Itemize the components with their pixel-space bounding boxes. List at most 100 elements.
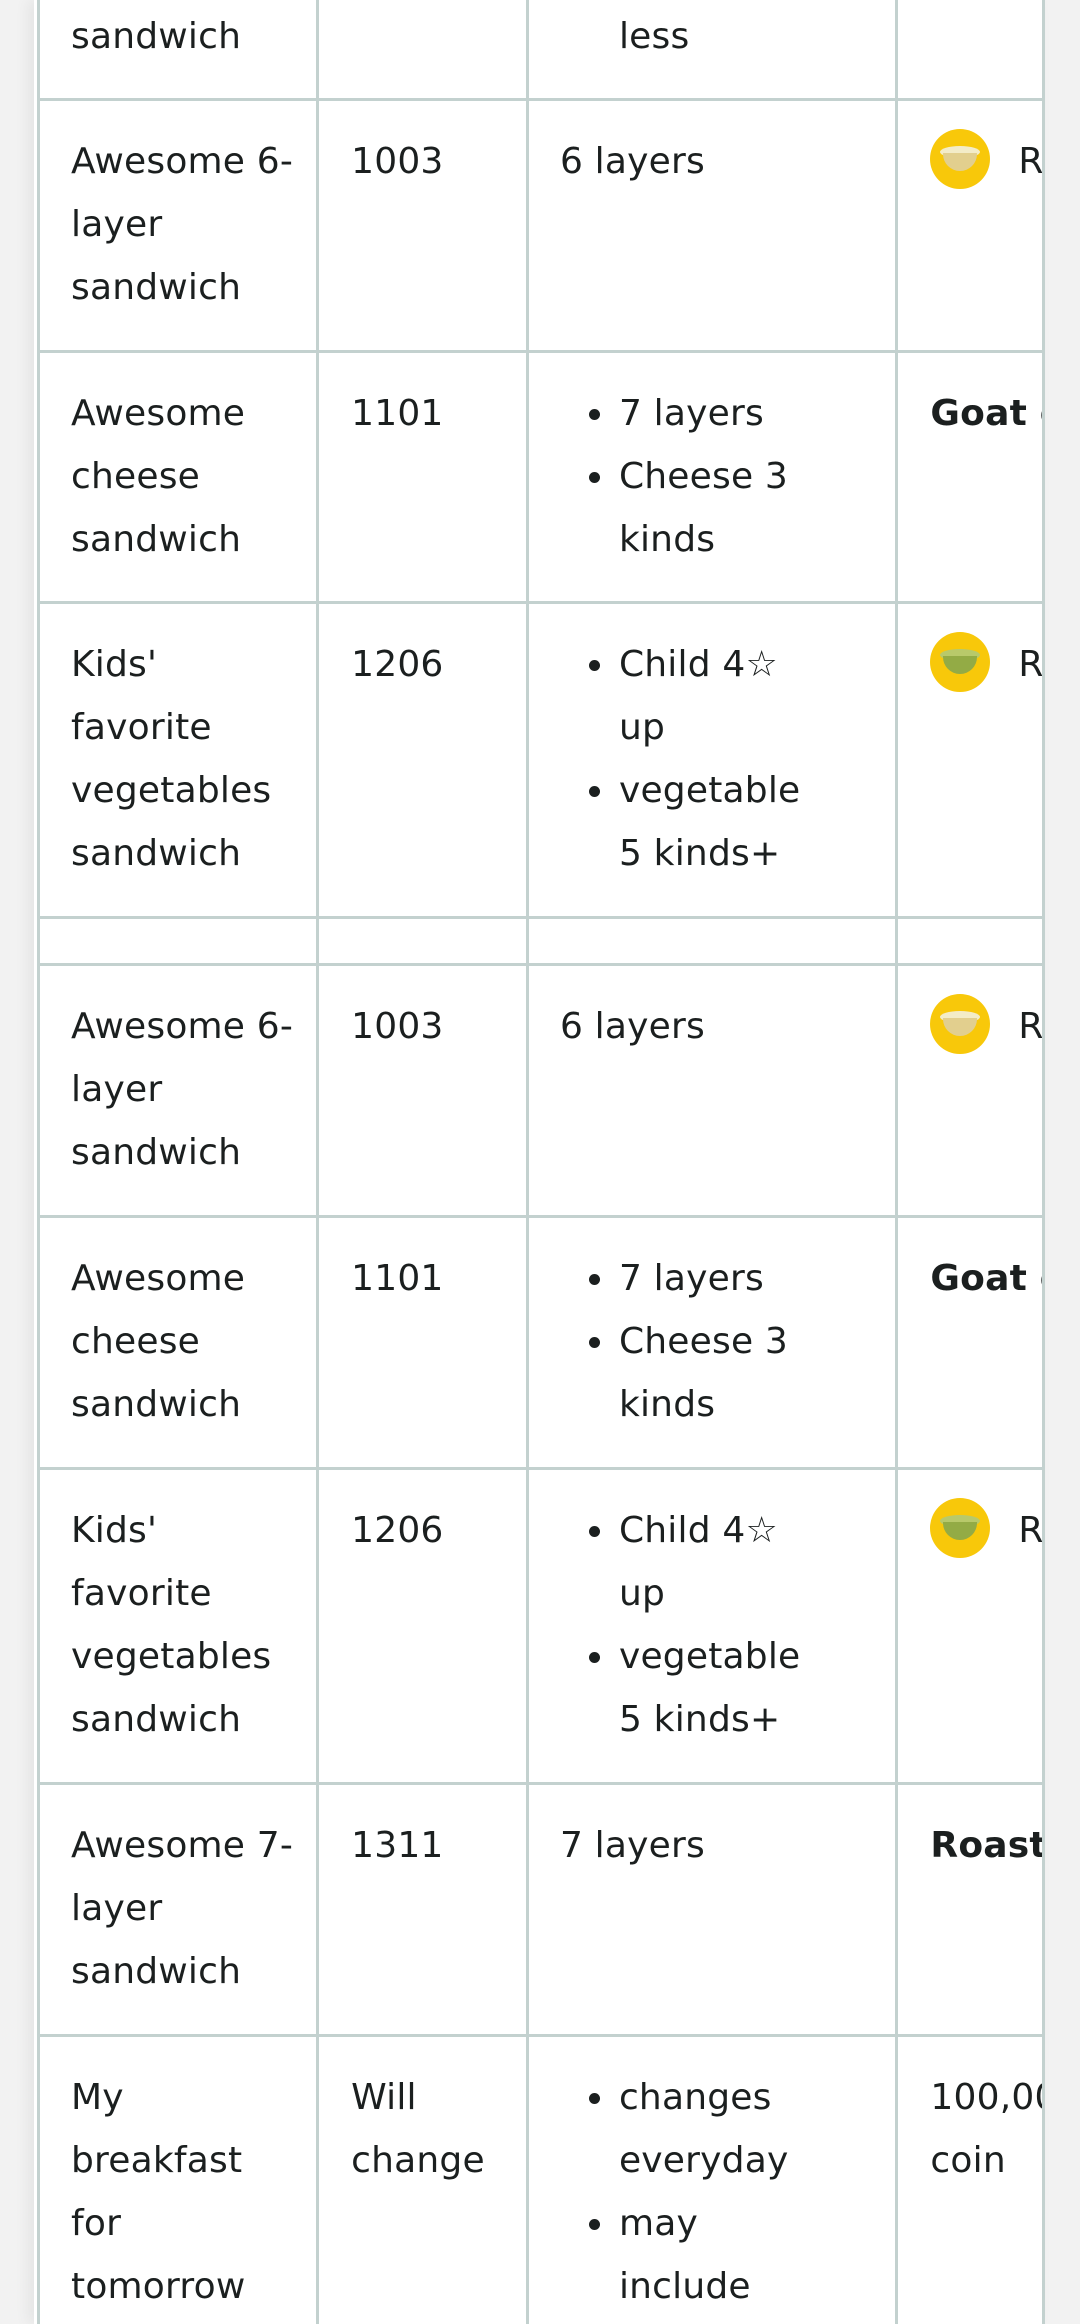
table-row: My breakfast for tomorrow Will change chan… [37, 2034, 1042, 2324]
name-cell: Awesome 6-layer sandwich [37, 98, 320, 353]
extra-cell: 100,000 coin [895, 2034, 1042, 2324]
code-cell: 1311 [316, 1782, 529, 2037]
layers-list-item: 7 layers [588, 1247, 809, 1310]
empty-cell [316, 916, 529, 966]
layers-list-item: Cheese 3 kinds [588, 445, 809, 571]
layers-cell: changes everyday may include [525, 2034, 899, 2324]
extra-text: Re [1018, 1510, 1043, 1551]
layers-list: 7 layers Cheese 3 kinds [560, 382, 873, 571]
layers-cell: 6 layers [525, 98, 899, 353]
layers-text: 6 layers [559, 141, 705, 182]
name-cell: Awesome 7-layer sandwich [37, 1782, 320, 2037]
sandwich-name: My breakfast for tomorrow [71, 2077, 246, 2307]
sandwich-name: Awesome 6-layer sandwich [71, 141, 294, 308]
code-cell [316, 0, 529, 101]
table-row: sandwich less [37, 0, 1042, 101]
sandwich-name: Awesome cheese sandwich [71, 1258, 246, 1425]
layers-list: 7 layers Cheese 3 kinds [560, 1247, 873, 1436]
name-cell: Awesome cheese sandwich [37, 1215, 320, 1470]
layers-cell: 6 layers [525, 963, 899, 1218]
name-cell: Kids' favorite vegetables sandwich [37, 1467, 320, 1785]
empty-cell [525, 916, 899, 966]
layers-list-item: vegetable 5 kinds+ [588, 1625, 809, 1751]
table-scroll-container[interactable]: sandwich less Awesome 6-layer sandwich 10… [37, 0, 1045, 2324]
layers-list: changes everyday may include [560, 2066, 873, 2318]
layers-list-item: may include [588, 2192, 809, 2318]
name-cell: Awesome 6-layer sandwich [37, 963, 320, 1218]
layers-list-item: Child 4☆ up [588, 1499, 809, 1625]
code-cell: 1206 [316, 1467, 529, 1785]
sandwich-name: Kids' favorite vegetables sandwich [71, 1510, 272, 1740]
layers-cell: less [525, 0, 899, 101]
layers-list-item: changes everyday [588, 2066, 809, 2192]
layers-text: 7 layers [559, 1825, 705, 1866]
name-cell: My breakfast for tomorrow [37, 2034, 320, 2324]
extra-cell: Goat cheese [895, 1215, 1042, 1470]
extra-cell: Re [895, 98, 1043, 353]
green-bowl-icon [930, 1498, 991, 1558]
extra-cell: Re [895, 963, 1043, 1218]
sandwich-name: sandwich [71, 16, 242, 57]
empty-cell [37, 916, 320, 966]
layers-text: 6 layers [559, 1006, 705, 1047]
cream-bowl-icon [930, 994, 991, 1054]
sandwich-table: sandwich less Awesome 6-layer sandwich 10… [37, 0, 1045, 2324]
layers-cell: 7 layers Cheese 3 kinds [525, 1215, 899, 1470]
filling-label: Goat cheese [930, 1258, 1042, 1299]
table-row: Awesome 6-layer sandwich 1003 6 layers Re [37, 98, 1043, 353]
sandwich-code: 1206 [351, 644, 444, 685]
layers-item-continued: less [618, 16, 690, 57]
layers-cell: 7 layers [525, 1782, 899, 2037]
sandwich-code: 1101 [351, 393, 444, 434]
code-cell: 1206 [316, 601, 529, 919]
extra-cell: Re [895, 1467, 1043, 1785]
sandwich-code: Will change [351, 2077, 485, 2181]
extra-cell: Re [895, 601, 1043, 919]
layers-list: Child 4☆ up vegetable 5 kinds+ [560, 633, 873, 885]
empty-table-row [37, 916, 1042, 966]
extra-cell: Roast Beef [895, 1782, 1045, 2037]
extra-text: Re [1018, 644, 1043, 685]
sandwich-code: 1206 [351, 1510, 444, 1551]
extra-cell [895, 0, 1042, 101]
layers-cell: Child 4☆ up vegetable 5 kinds+ [525, 601, 899, 919]
code-cell: 1003 [316, 963, 529, 1218]
table-row: Kids' favorite vegetables sandwich 1206 Ch… [37, 1467, 1043, 1785]
sandwich-name: Kids' favorite vegetables sandwich [71, 644, 272, 874]
layers-cell: Child 4☆ up vegetable 5 kinds+ [525, 1467, 899, 1785]
layers-list: Child 4☆ up vegetable 5 kinds+ [560, 1499, 873, 1751]
name-cell: sandwich [37, 0, 320, 101]
filling-label: Goat cheese [930, 393, 1042, 434]
table-row: Awesome 6-layer sandwich 1003 6 layers Re [37, 963, 1043, 1218]
name-cell: Awesome cheese sandwich [37, 350, 320, 604]
extra-text: Re [1018, 141, 1043, 182]
sandwich-code: 1003 [351, 141, 444, 182]
table-row: Awesome 7-layer sandwich 1311 7 layers Roas… [37, 1782, 1045, 2037]
filling-label: Roast Beef [930, 1825, 1045, 1866]
cream-bowl-icon [930, 129, 991, 189]
price-text: 100,000 coin [930, 2077, 1042, 2181]
name-cell: Kids' favorite vegetables sandwich [37, 601, 320, 919]
layers-list-item: Cheese 3 kinds [588, 1310, 809, 1436]
empty-cell [895, 916, 1042, 966]
table-row: Kids' favorite vegetables sandwich 1206 Ch… [37, 601, 1043, 919]
sandwich-name: Awesome cheese sandwich [71, 393, 246, 560]
sandwich-name: Awesome 6-layer sandwich [71, 1006, 294, 1173]
table-row: Awesome cheese sandwich 1101 7 layers Chees… [37, 350, 1042, 604]
green-bowl-icon [930, 632, 991, 692]
extra-text: Re [1018, 1006, 1043, 1047]
code-cell: 1003 [316, 98, 529, 353]
code-cell: 1101 [316, 1215, 529, 1470]
sandwich-name: Awesome 7-layer sandwich [71, 1825, 294, 1992]
sandwich-code: 1311 [351, 1825, 444, 1866]
sandwich-code: 1101 [351, 1258, 444, 1299]
layers-cell: 7 layers Cheese 3 kinds [525, 350, 899, 604]
layers-list-item: 7 layers [588, 382, 809, 445]
code-cell: Will change [316, 2034, 529, 2324]
table-row: Awesome cheese sandwich 1101 7 layers Chees… [37, 1215, 1042, 1470]
code-cell: 1101 [316, 350, 529, 604]
sandwich-code: 1003 [351, 1006, 444, 1047]
extra-cell: Goat cheese [895, 350, 1042, 604]
layers-list-item: Child 4☆ up [588, 633, 809, 759]
layers-list-item: vegetable 5 kinds+ [588, 759, 809, 885]
